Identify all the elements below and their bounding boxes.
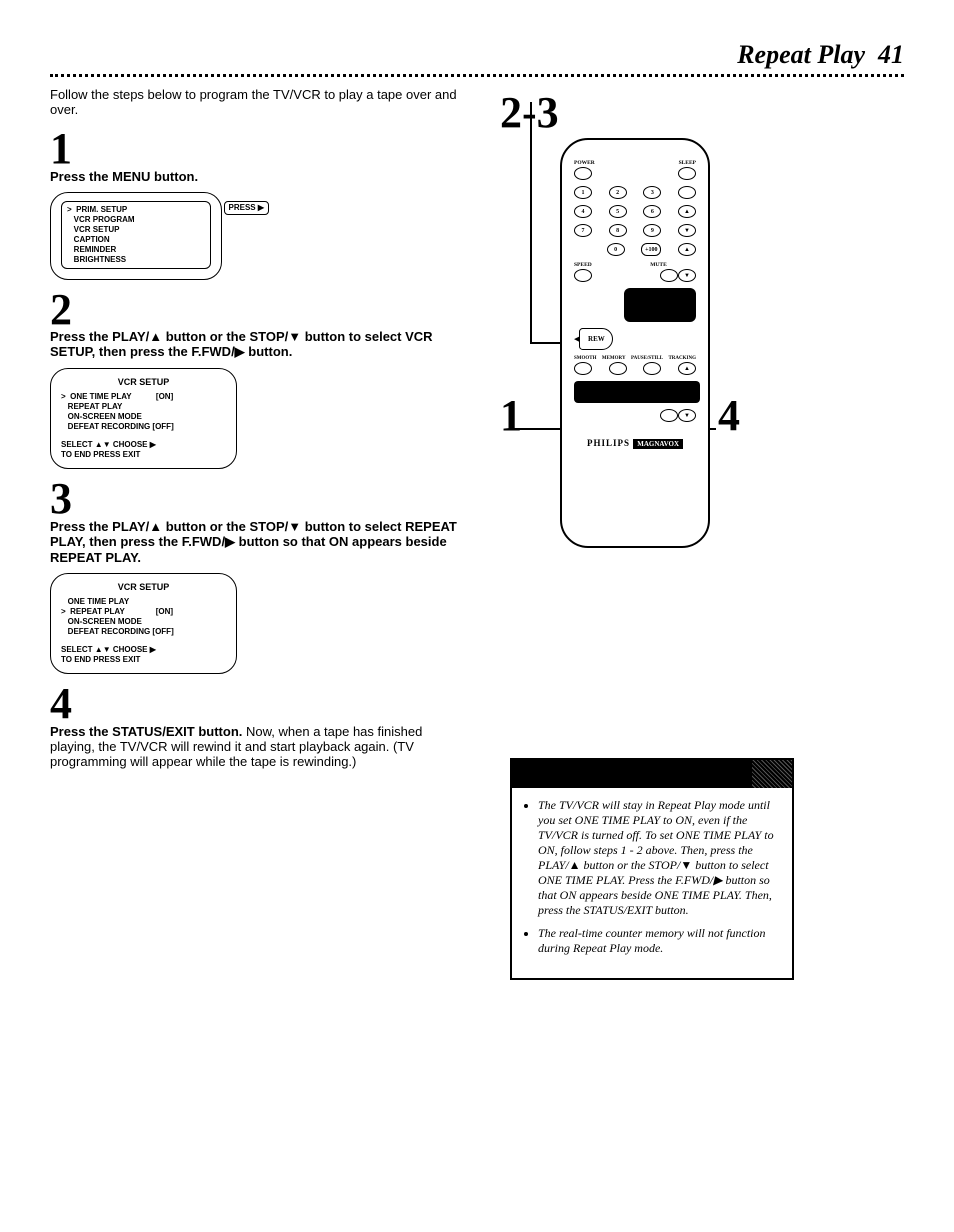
- callout-line: [530, 102, 532, 342]
- clear-button[interactable]: [660, 409, 678, 422]
- osd1-inner: > PRIM. SETUP VCR PROGRAM VCR SETUP CAPT…: [61, 201, 211, 269]
- sleep-button[interactable]: [678, 167, 696, 180]
- hint-item: The TV/VCR will stay in Repeat Play mode…: [538, 798, 780, 918]
- chplus-button[interactable]: ▲: [678, 205, 696, 218]
- num-2-button[interactable]: 2: [609, 186, 627, 199]
- right-column: 2-3 1 4 POWERSLEEP 1 2 3: [500, 87, 900, 980]
- title-text: Repeat Play: [737, 40, 865, 69]
- remote-diagram: 1 4 POWERSLEEP 1 2 3 4 5: [500, 138, 900, 578]
- plus100-button[interactable]: +100: [641, 243, 661, 256]
- page-title: Repeat Play 41: [50, 40, 904, 70]
- volplus-button[interactable]: ▲: [678, 243, 696, 256]
- num-4-button[interactable]: 4: [574, 205, 592, 218]
- step-4-number: 4: [50, 684, 470, 724]
- num-1-button[interactable]: 1: [574, 186, 592, 199]
- num-0-button[interactable]: 0: [607, 243, 625, 256]
- memory-button[interactable]: [609, 362, 627, 375]
- trackminus-button[interactable]: ▼: [678, 409, 696, 422]
- osd-screen-3: VCR SETUP ONE TIME PLAY > REPEAT PLAY [O…: [50, 573, 237, 674]
- osd-screen-2: VCR SETUP > ONE TIME PLAY [ON] REPEAT PL…: [50, 368, 237, 469]
- chminus-button[interactable]: ▼: [678, 224, 696, 237]
- num-9-button[interactable]: 9: [643, 224, 661, 237]
- dark-block-2: [574, 381, 700, 403]
- hint-item: The real-time counter memory will not fu…: [538, 926, 780, 956]
- step-2-number: 2: [50, 290, 470, 330]
- smooth-button[interactable]: [574, 362, 592, 375]
- left-column: Follow the steps below to program the TV…: [50, 87, 470, 980]
- num-5-button[interactable]: 5: [609, 205, 627, 218]
- helpful-hints-box: The TV/VCR will stay in Repeat Play mode…: [510, 758, 794, 980]
- rew-button[interactable]: REW: [579, 328, 613, 350]
- num-3-button[interactable]: 3: [643, 186, 661, 199]
- speed-button[interactable]: [574, 269, 592, 282]
- callout-line: [530, 342, 560, 344]
- callout-4: 4: [718, 390, 740, 441]
- osd-screen-1: PRESS ▶ > PRIM. SETUP VCR PROGRAM VCR SE…: [50, 192, 222, 280]
- callout-1: 1: [500, 390, 522, 441]
- ach-button[interactable]: [678, 186, 696, 199]
- volminus-button[interactable]: ▼: [678, 269, 696, 282]
- num-6-button[interactable]: 6: [643, 205, 661, 218]
- step-4-text: Press the STATUS/EXIT button. Now, when …: [50, 724, 470, 769]
- step-2-text: Press the PLAY/▲ button or the STOP/▼ bu…: [50, 329, 470, 360]
- hints-body: The TV/VCR will stay in Repeat Play mode…: [512, 788, 792, 978]
- step-1-text: Press the MENU button.: [50, 169, 470, 184]
- hints-header: [512, 760, 792, 788]
- remote-control: POWERSLEEP 1 2 3 4 5 6 ▲: [560, 138, 710, 548]
- callout-2-3: 2-3: [500, 87, 900, 138]
- step-1-number: 1: [50, 129, 470, 169]
- divider: [50, 74, 904, 77]
- num-8-button[interactable]: 8: [609, 224, 627, 237]
- dark-block: [624, 288, 696, 322]
- remote-brand: PHILIPS MAGNAVOX: [574, 438, 696, 448]
- power-button[interactable]: [574, 167, 592, 180]
- trackplus-button[interactable]: ▲: [678, 362, 696, 375]
- press-tag: PRESS ▶: [224, 201, 270, 215]
- num-7-button[interactable]: 7: [574, 224, 592, 237]
- callout-line: [514, 428, 560, 430]
- page-number: 41: [878, 40, 904, 69]
- mute-button[interactable]: [660, 269, 678, 282]
- step-3-number: 3: [50, 479, 470, 519]
- step-3-text: Press the PLAY/▲ button or the STOP/▼ bu…: [50, 519, 470, 565]
- pause-button[interactable]: [643, 362, 661, 375]
- intro-text: Follow the steps below to program the TV…: [50, 87, 470, 117]
